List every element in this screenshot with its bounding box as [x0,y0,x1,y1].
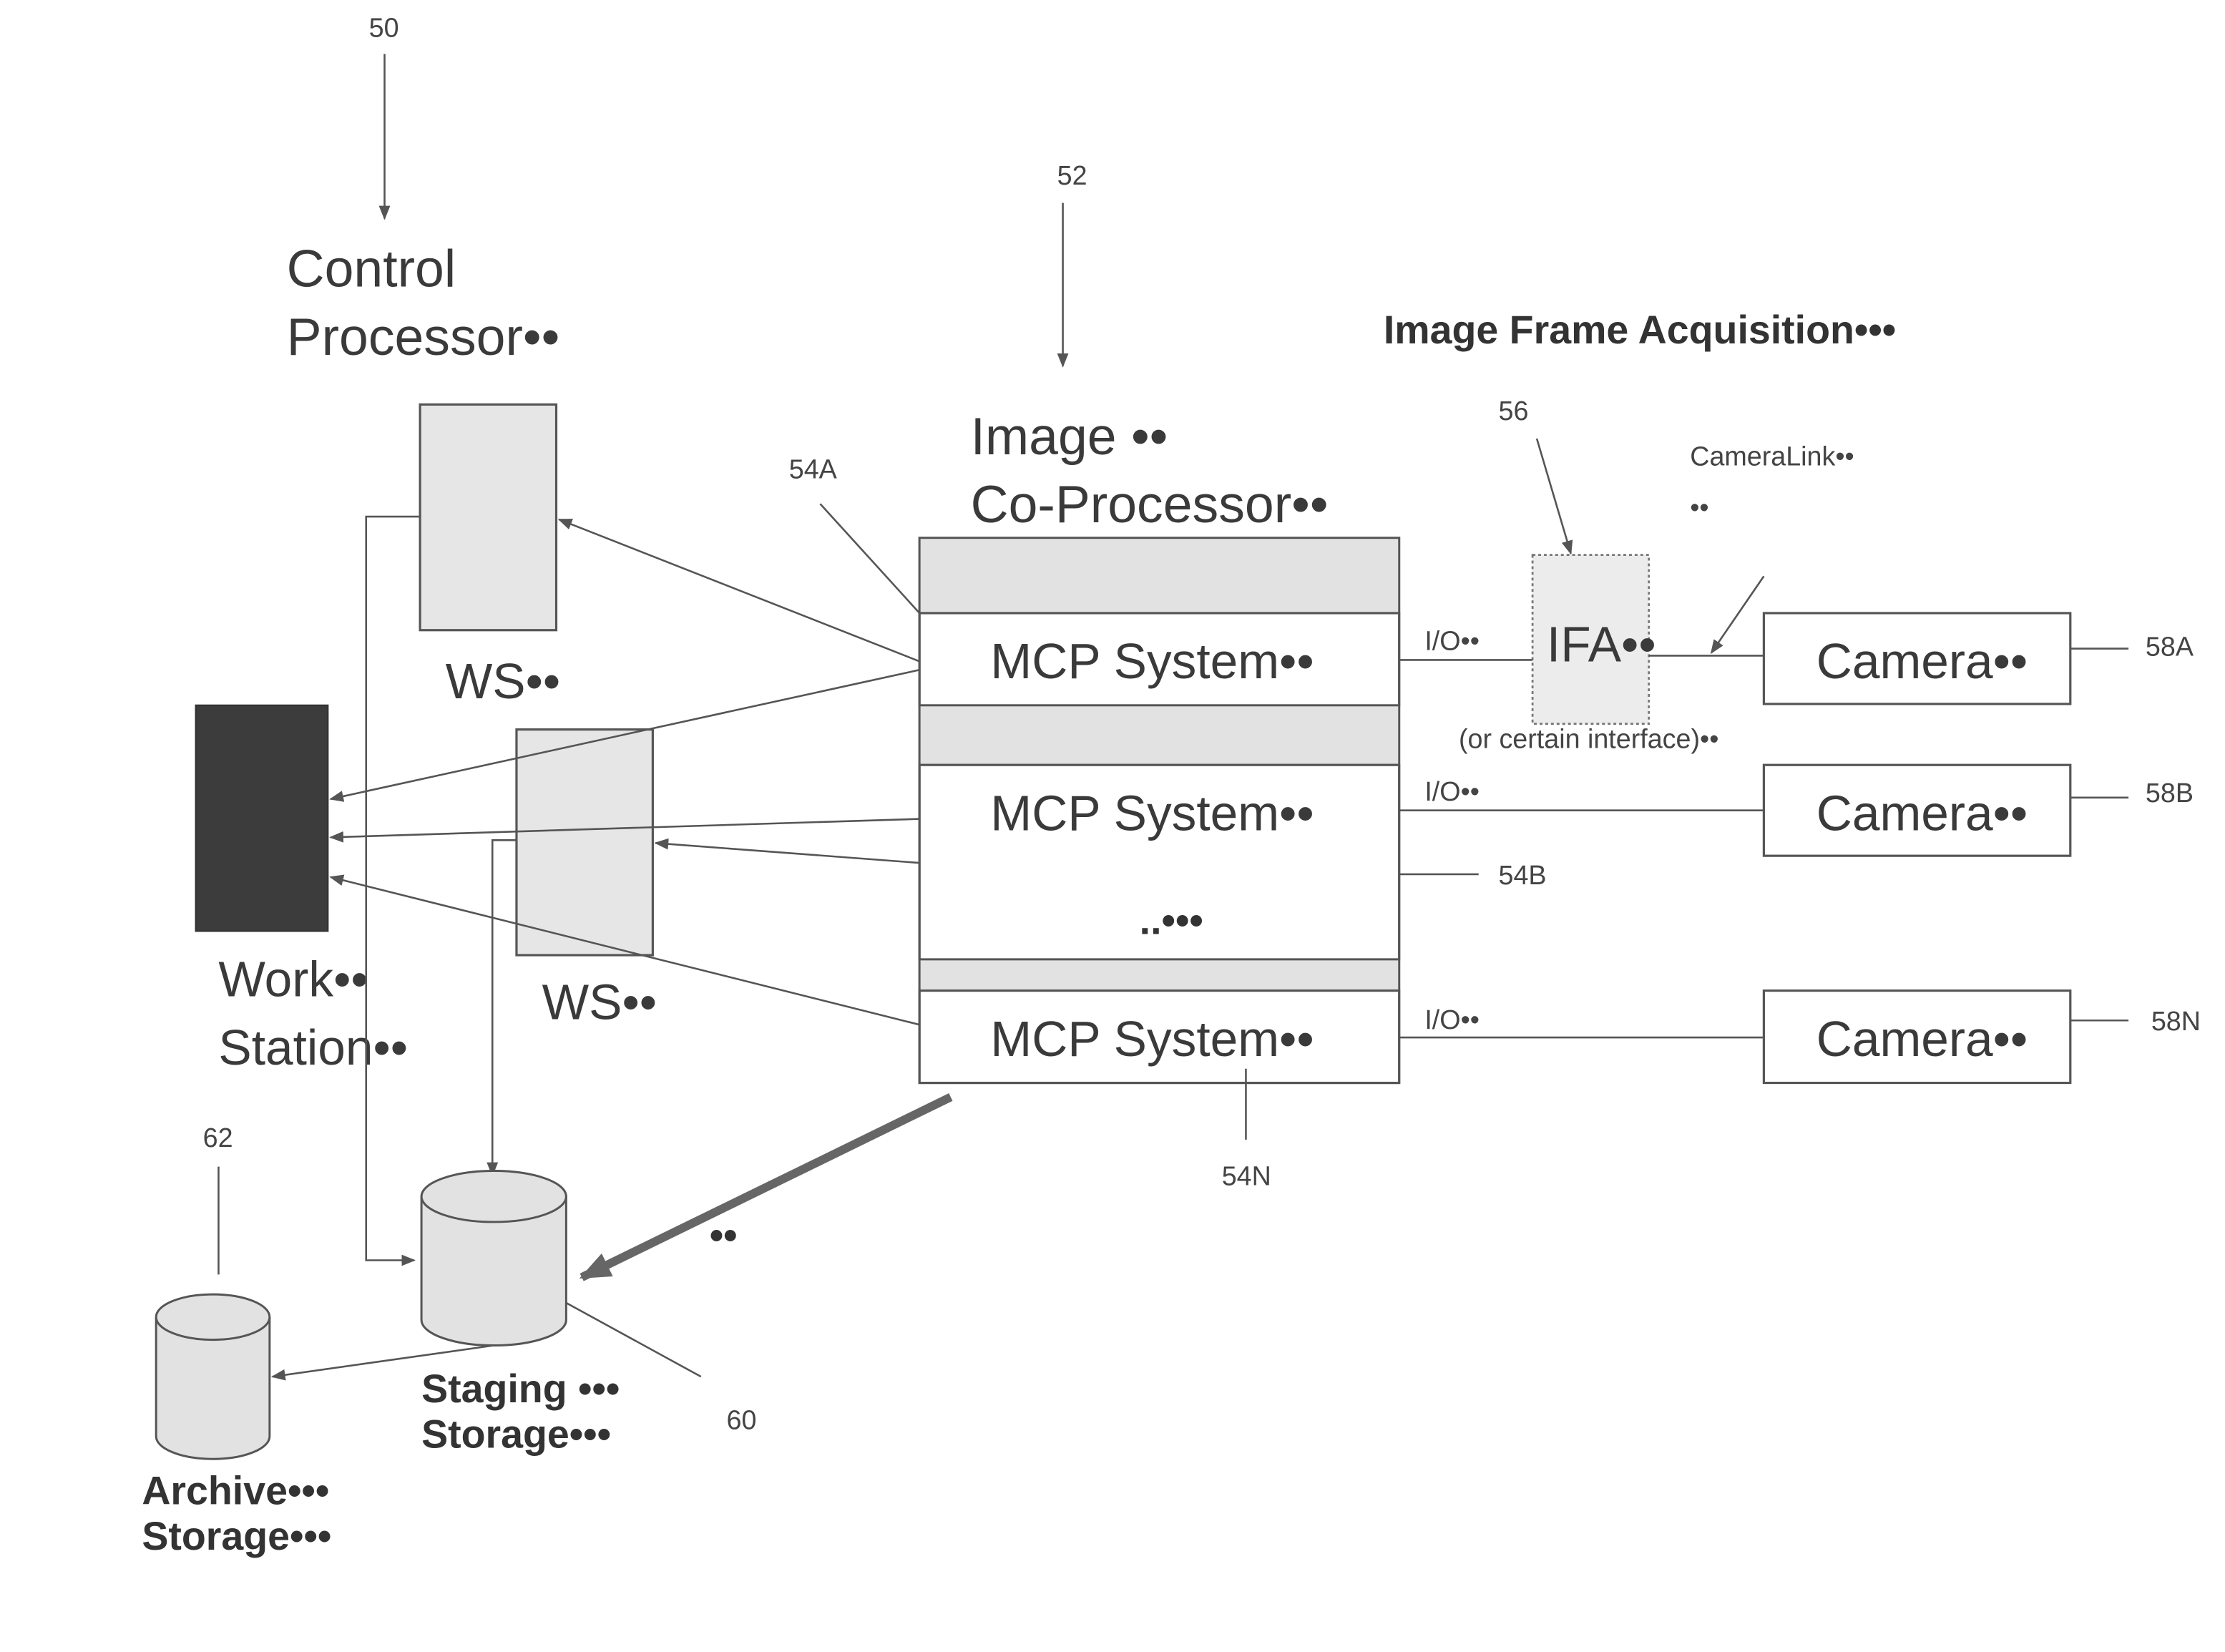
thick-arrow-dots: •• [710,1213,738,1258]
ws-middle-to-staging-line [486,839,517,1177]
coprocessor-band-low [918,958,1401,992]
image-coprocessor-label-1: Image •• [971,407,1168,466]
mcp-b-to-ws-middle-arrow [654,838,920,864]
coprocessor-to-staging-arrow [579,1093,953,1281]
ws-middle-label: WS•• [542,974,657,1030]
ref-56: 56 [1498,396,1528,426]
io-b-label: I/O•• [1424,776,1480,806]
io-a-label: I/O•• [1424,626,1480,656]
ws-top-box[interactable] [419,403,558,632]
archive-storage-cylinder[interactable] [155,1293,271,1460]
ws-top-label: WS•• [446,653,560,709]
system-diagram: 50 Control Processor•• 52 Image •• Co-Pr… [142,13,2201,1559]
ref-56-arrow [1535,438,1573,555]
staging-storage-label-1: Staging ••• [421,1367,620,1411]
mcp-system-a-label: MCP System•• [990,633,1314,689]
camera-b-label: Camera•• [1816,785,2028,841]
archive-storage-label-2: Storage••• [142,1514,331,1558]
ref-58n: 58N [2151,1006,2201,1036]
io-n-label: I/O•• [1424,1005,1480,1035]
control-processor-label-2: Processor•• [287,308,560,366]
ws-middle-box[interactable] [515,728,654,957]
ref-54n: 54N [1222,1160,1271,1191]
camera-link-label: CameraLink•• [1690,441,1854,471]
ref-60: 60 [727,1405,757,1435]
staging-storage-cylinder[interactable] [420,1170,567,1347]
camera-link-dots: •• [1690,492,1708,522]
ref-58a: 58A [2146,631,2194,661]
mcp-system-n-label: MCP System•• [990,1011,1314,1067]
mcp-system-b-label: MCP System•• [990,785,1314,841]
work-station-label-1: Work•• [218,952,368,1007]
ifa-note: (or certain interface)•• [1459,723,1718,753]
work-station-box[interactable] [195,704,329,932]
camera-a-label: Camera•• [1816,633,2028,689]
image-frame-acquisition-label: Image Frame Acquisition••• [1384,308,1896,352]
ref-54b: 54B [1498,860,1546,890]
coprocessor-band-mid [918,704,1401,766]
image-coprocessor-label-2: Co-Processor•• [971,475,1329,534]
work-station-label-2: Station•• [218,1020,408,1075]
mcp-a-to-ws-top-arrow [557,518,920,663]
ref-54a-leader [819,503,921,614]
camera-link-arrow [1710,575,1765,655]
mcp-ellipsis: ..••• [1140,898,1203,942]
ifa-label: IFA•• [1547,616,1656,672]
ref-50: 50 [369,13,399,43]
ref-54a: 54A [789,454,838,484]
archive-storage-label-1: Archive••• [142,1469,329,1513]
camera-n-label: Camera•• [1816,1011,2028,1067]
control-processor-label-1: Control [287,240,456,298]
ref-52: 52 [1057,160,1087,190]
staging-storage-label-2: Storage••• [421,1412,611,1456]
ref-62: 62 [203,1123,233,1153]
ref-60-leader [565,1301,702,1378]
ref-58b: 58B [2146,778,2194,808]
coprocessor-band-top [918,537,1401,615]
